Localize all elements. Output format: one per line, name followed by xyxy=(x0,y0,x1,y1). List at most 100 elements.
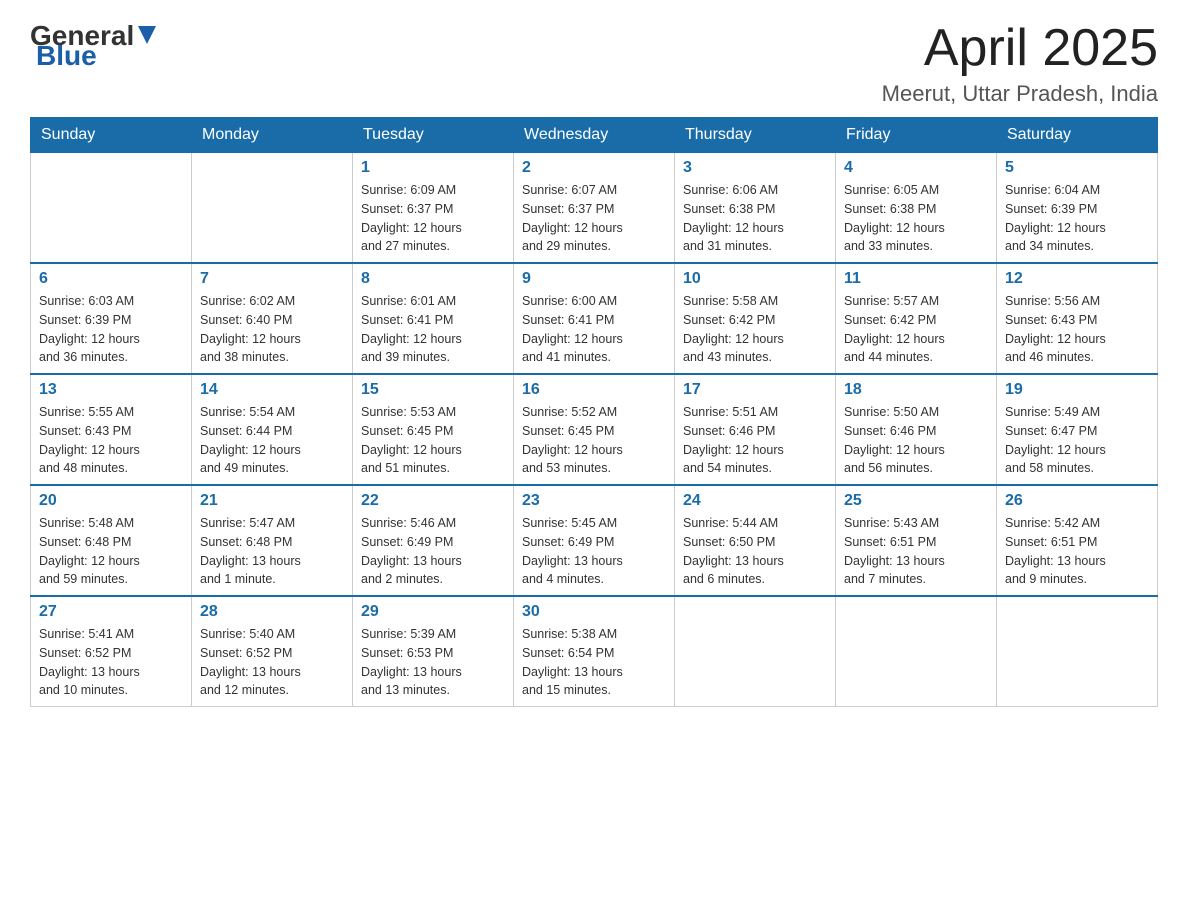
day-info: Sunrise: 5:57 AM Sunset: 6:42 PM Dayligh… xyxy=(844,292,988,367)
day-info: Sunrise: 5:49 AM Sunset: 6:47 PM Dayligh… xyxy=(1005,403,1149,478)
day-number: 1 xyxy=(361,159,505,177)
calendar-cell: 21 Sunrise: 5:47 AM Sunset: 6:48 PM Dayli… xyxy=(192,485,353,596)
day-number: 26 xyxy=(1005,492,1149,510)
calendar-table: SundayMondayTuesdayWednesdayThursdayFrid… xyxy=(30,117,1158,707)
day-number: 8 xyxy=(361,270,505,288)
calendar-cell: 7 Sunrise: 6:02 AM Sunset: 6:40 PM Daylig… xyxy=(192,263,353,374)
calendar-cell: 2Sunrise: 6:07 AM Sunset: 6:37 PM Daylig… xyxy=(514,153,675,264)
day-info: Sunrise: 5:42 AM Sunset: 6:51 PM Dayligh… xyxy=(1005,514,1149,589)
day-number: 12 xyxy=(1005,270,1149,288)
calendar-cell: 17 Sunrise: 5:51 AM Sunset: 6:46 PM Dayli… xyxy=(675,374,836,485)
day-info: Sunrise: 5:40 AM Sunset: 6:52 PM Dayligh… xyxy=(200,625,344,700)
day-info: Sunrise: 5:39 AM Sunset: 6:53 PM Dayligh… xyxy=(361,625,505,700)
day-info: Sunrise: 6:06 AM Sunset: 6:38 PM Dayligh… xyxy=(683,181,827,256)
day-info: Sunrise: 6:03 AM Sunset: 6:39 PM Dayligh… xyxy=(39,292,183,367)
day-number: 27 xyxy=(39,603,183,621)
calendar-cell xyxy=(997,596,1158,707)
day-info: Sunrise: 6:09 AM Sunset: 6:37 PM Dayligh… xyxy=(361,181,505,256)
day-info: Sunrise: 5:38 AM Sunset: 6:54 PM Dayligh… xyxy=(522,625,666,700)
day-info: Sunrise: 5:43 AM Sunset: 6:51 PM Dayligh… xyxy=(844,514,988,589)
day-number: 13 xyxy=(39,381,183,399)
day-number: 16 xyxy=(522,381,666,399)
calendar-cell: 25 Sunrise: 5:43 AM Sunset: 6:51 PM Dayli… xyxy=(836,485,997,596)
calendar-week-row: 13 Sunrise: 5:55 AM Sunset: 6:43 PM Dayli… xyxy=(31,374,1158,485)
day-info: Sunrise: 5:51 AM Sunset: 6:46 PM Dayligh… xyxy=(683,403,827,478)
calendar-cell xyxy=(836,596,997,707)
day-number: 24 xyxy=(683,492,827,510)
day-number: 4 xyxy=(844,159,988,177)
calendar-cell: 1 Sunrise: 6:09 AM Sunset: 6:37 PM Daylig… xyxy=(353,153,514,264)
calendar-cell: 14 Sunrise: 5:54 AM Sunset: 6:44 PM Dayli… xyxy=(192,374,353,485)
page-header: General Blue April 2025 Meerut, Uttar Pr… xyxy=(30,20,1158,107)
day-number: 20 xyxy=(39,492,183,510)
logo: General Blue xyxy=(30,20,158,72)
day-of-week-header: Sunday xyxy=(31,118,192,153)
calendar-cell: 8 Sunrise: 6:01 AM Sunset: 6:41 PM Daylig… xyxy=(353,263,514,374)
day-number: 22 xyxy=(361,492,505,510)
day-info: Sunrise: 5:48 AM Sunset: 6:48 PM Dayligh… xyxy=(39,514,183,589)
day-info: Sunrise: 6:02 AM Sunset: 6:40 PM Dayligh… xyxy=(200,292,344,367)
day-info: Sunrise: 6:01 AM Sunset: 6:41 PM Dayligh… xyxy=(361,292,505,367)
calendar-cell: 24 Sunrise: 5:44 AM Sunset: 6:50 PM Dayli… xyxy=(675,485,836,596)
day-number: 10 xyxy=(683,270,827,288)
day-of-week-header: Wednesday xyxy=(514,118,675,153)
calendar-cell: 19 Sunrise: 5:49 AM Sunset: 6:47 PM Dayli… xyxy=(997,374,1158,485)
calendar-cell: 10Sunrise: 5:58 AM Sunset: 6:42 PM Dayli… xyxy=(675,263,836,374)
day-of-week-header: Monday xyxy=(192,118,353,153)
day-info: Sunrise: 5:44 AM Sunset: 6:50 PM Dayligh… xyxy=(683,514,827,589)
day-info: Sunrise: 5:54 AM Sunset: 6:44 PM Dayligh… xyxy=(200,403,344,478)
day-number: 19 xyxy=(1005,381,1149,399)
day-of-week-header: Saturday xyxy=(997,118,1158,153)
calendar-cell: 12 Sunrise: 5:56 AM Sunset: 6:43 PM Dayli… xyxy=(997,263,1158,374)
day-number: 9 xyxy=(522,270,666,288)
calendar-cell: 28 Sunrise: 5:40 AM Sunset: 6:52 PM Dayli… xyxy=(192,596,353,707)
day-number: 17 xyxy=(683,381,827,399)
day-of-week-header: Thursday xyxy=(675,118,836,153)
calendar-cell: 4Sunrise: 6:05 AM Sunset: 6:38 PM Daylig… xyxy=(836,153,997,264)
day-number: 5 xyxy=(1005,159,1149,177)
calendar-cell: 3Sunrise: 6:06 AM Sunset: 6:38 PM Daylig… xyxy=(675,153,836,264)
day-number: 25 xyxy=(844,492,988,510)
day-of-week-header: Friday xyxy=(836,118,997,153)
day-info: Sunrise: 5:45 AM Sunset: 6:49 PM Dayligh… xyxy=(522,514,666,589)
day-number: 18 xyxy=(844,381,988,399)
calendar-week-row: 6Sunrise: 6:03 AM Sunset: 6:39 PM Daylig… xyxy=(31,263,1158,374)
logo-triangle-icon xyxy=(136,24,158,46)
day-number: 11 xyxy=(844,270,988,288)
day-info: Sunrise: 5:55 AM Sunset: 6:43 PM Dayligh… xyxy=(39,403,183,478)
day-number: 23 xyxy=(522,492,666,510)
day-number: 14 xyxy=(200,381,344,399)
day-info: Sunrise: 5:46 AM Sunset: 6:49 PM Dayligh… xyxy=(361,514,505,589)
calendar-title: April 2025 xyxy=(882,20,1158,77)
day-info: Sunrise: 6:04 AM Sunset: 6:39 PM Dayligh… xyxy=(1005,181,1149,256)
calendar-week-row: 20 Sunrise: 5:48 AM Sunset: 6:48 PM Dayli… xyxy=(31,485,1158,596)
day-info: Sunrise: 5:47 AM Sunset: 6:48 PM Dayligh… xyxy=(200,514,344,589)
calendar-cell: 20 Sunrise: 5:48 AM Sunset: 6:48 PM Dayli… xyxy=(31,485,192,596)
logo-blue-text: Blue xyxy=(34,40,97,72)
day-info: Sunrise: 6:00 AM Sunset: 6:41 PM Dayligh… xyxy=(522,292,666,367)
day-info: Sunrise: 5:41 AM Sunset: 6:52 PM Dayligh… xyxy=(39,625,183,700)
day-info: Sunrise: 5:52 AM Sunset: 6:45 PM Dayligh… xyxy=(522,403,666,478)
calendar-subtitle: Meerut, Uttar Pradesh, India xyxy=(882,81,1158,107)
calendar-cell: 23 Sunrise: 5:45 AM Sunset: 6:49 PM Dayli… xyxy=(514,485,675,596)
day-info: Sunrise: 6:07 AM Sunset: 6:37 PM Dayligh… xyxy=(522,181,666,256)
calendar-cell: 5 Sunrise: 6:04 AM Sunset: 6:39 PM Daylig… xyxy=(997,153,1158,264)
calendar-cell xyxy=(192,153,353,264)
calendar-cell: 27 Sunrise: 5:41 AM Sunset: 6:52 PM Dayli… xyxy=(31,596,192,707)
calendar-cell xyxy=(31,153,192,264)
calendar-cell: 15Sunrise: 5:53 AM Sunset: 6:45 PM Dayli… xyxy=(353,374,514,485)
day-number: 7 xyxy=(200,270,344,288)
calendar-cell: 30Sunrise: 5:38 AM Sunset: 6:54 PM Dayli… xyxy=(514,596,675,707)
day-info: Sunrise: 5:56 AM Sunset: 6:43 PM Dayligh… xyxy=(1005,292,1149,367)
day-number: 29 xyxy=(361,603,505,621)
day-number: 21 xyxy=(200,492,344,510)
calendar-cell: 6Sunrise: 6:03 AM Sunset: 6:39 PM Daylig… xyxy=(31,263,192,374)
calendar-cell: 16 Sunrise: 5:52 AM Sunset: 6:45 PM Dayli… xyxy=(514,374,675,485)
calendar-week-row: 1 Sunrise: 6:09 AM Sunset: 6:37 PM Daylig… xyxy=(31,153,1158,264)
day-info: Sunrise: 5:53 AM Sunset: 6:45 PM Dayligh… xyxy=(361,403,505,478)
day-info: Sunrise: 5:50 AM Sunset: 6:46 PM Dayligh… xyxy=(844,403,988,478)
calendar-cell: 22 Sunrise: 5:46 AM Sunset: 6:49 PM Dayli… xyxy=(353,485,514,596)
calendar-cell xyxy=(675,596,836,707)
day-number: 28 xyxy=(200,603,344,621)
day-of-week-header: Tuesday xyxy=(353,118,514,153)
